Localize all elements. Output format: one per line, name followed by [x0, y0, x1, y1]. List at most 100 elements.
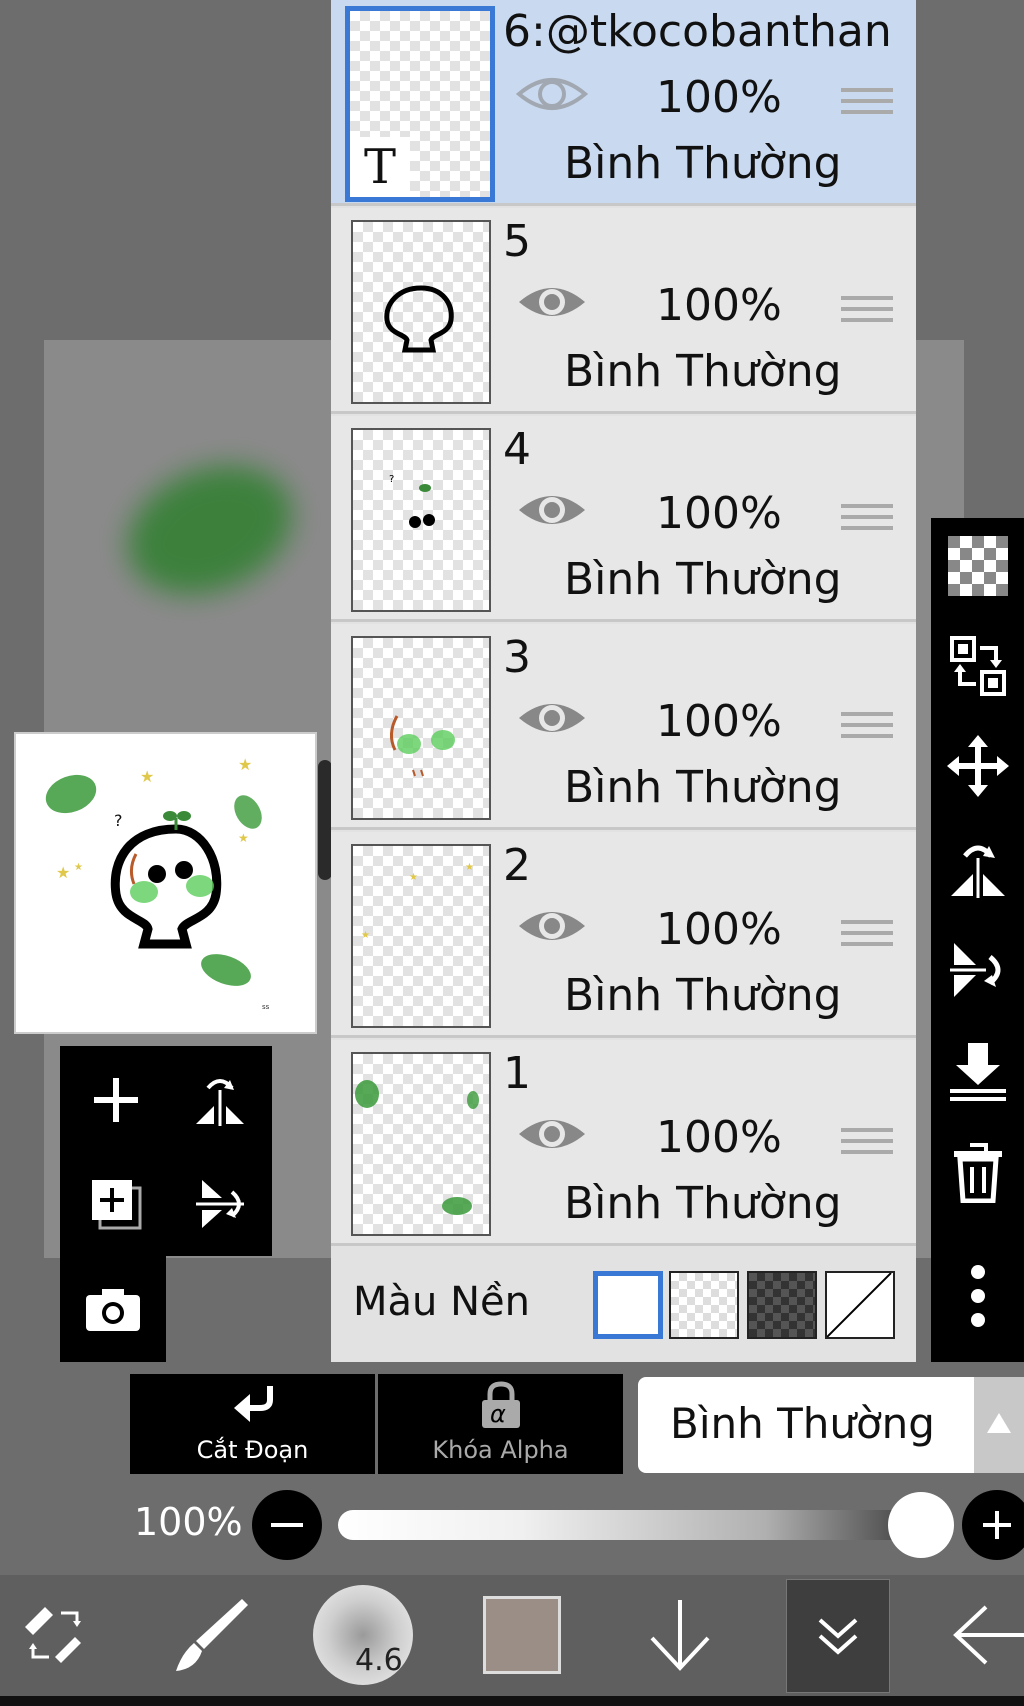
blend-mode-select[interactable]: Bình Thường — [638, 1377, 974, 1473]
brush-size-icon: 4.6 — [313, 1585, 413, 1685]
layer-row-1[interactable]: 1 100% Bình Thường — [331, 1040, 916, 1246]
drag-handle-icon[interactable] — [841, 920, 893, 952]
opacity-slider-thumb[interactable] — [888, 1492, 954, 1558]
brush-tool-button[interactable] — [160, 1575, 260, 1695]
drag-handle-icon[interactable] — [841, 296, 893, 328]
add-layer-icon — [94, 1078, 138, 1122]
more-options-button[interactable] — [931, 1248, 1024, 1344]
alpha-lock-button[interactable]: α Khóa Alpha — [378, 1374, 623, 1474]
svg-text:★: ★ — [140, 767, 154, 786]
eye-icon[interactable] — [516, 1112, 588, 1156]
layers-panel: T 6:@tkocobanthan 100% Bình Thường 5 100… — [331, 0, 916, 1362]
text-layer-icon: T — [350, 137, 410, 197]
layer-row-6[interactable]: T 6:@tkocobanthan 100% Bình Thường — [331, 0, 916, 206]
layer-thumbnail: T — [345, 6, 495, 202]
svg-text:★: ★ — [74, 862, 83, 873]
layer-name: 4 — [503, 424, 531, 475]
svg-text:?: ? — [389, 474, 394, 485]
arrow-down-button[interactable] — [640, 1575, 720, 1695]
back-button[interactable] — [950, 1575, 1024, 1695]
layer-thumbnail: ? — [351, 428, 491, 612]
svg-text:★: ★ — [361, 930, 370, 941]
bottom-toolbar: 4.6 — [0, 1575, 1024, 1706]
flip-horizontal-icon — [950, 845, 1005, 898]
flip-horizontal-button[interactable] — [931, 820, 1024, 916]
background-color-label: Màu Nền — [353, 1279, 530, 1325]
layer-opacity: 100% — [656, 904, 782, 955]
layer-name: 6:@tkocobanthan — [503, 6, 892, 57]
layer-5-artwork — [384, 285, 454, 353]
minus-icon — [271, 1523, 303, 1527]
layer-row-2[interactable]: ★ ★ ★ 2 100% Bình Thường — [331, 832, 916, 1038]
layer-row-5[interactable]: 5 100% Bình Thường — [331, 208, 916, 414]
brush-icon — [176, 1599, 248, 1671]
brush-size-button[interactable]: 4.6 — [310, 1575, 416, 1695]
eye-icon[interactable] — [516, 280, 588, 324]
flip-layer-horizontal-button[interactable] — [170, 1050, 270, 1150]
brush-size-value: 4.6 — [355, 1643, 403, 1678]
plus-icon — [983, 1511, 1011, 1539]
layer-opacity: 100% — [656, 1112, 782, 1163]
eye-icon[interactable] — [516, 696, 588, 740]
eye-icon[interactable] — [516, 488, 588, 532]
drag-handle-icon[interactable] — [841, 1128, 893, 1160]
layer-row-4[interactable]: ? 4 100% Bình Thường — [331, 416, 916, 622]
svg-text:★: ★ — [409, 872, 418, 883]
move-icon — [946, 735, 1009, 797]
layer-blend-mode: Bình Thường — [564, 970, 842, 1021]
layer-thumbnail: ★ ★ ★ — [351, 844, 491, 1028]
layer-opacity: 100% — [656, 488, 782, 539]
opacity-increase-button[interactable] — [962, 1490, 1024, 1560]
add-layer-button[interactable] — [66, 1050, 166, 1150]
clipping-arrow-icon — [234, 1386, 273, 1422]
back-icon — [953, 1605, 1024, 1665]
transparency-button[interactable] — [931, 518, 1024, 614]
bg-option-dark-checker[interactable] — [747, 1271, 817, 1339]
flip-vertical-icon — [949, 943, 1000, 997]
bottom-edge — [0, 1696, 1024, 1706]
blend-mode-value: Bình Thường — [670, 1399, 935, 1448]
merge-down-icon — [949, 1043, 1006, 1101]
delete-layer-button[interactable] — [931, 1124, 1024, 1220]
import-photo-button[interactable] — [63, 1259, 163, 1359]
duplicate-layer-button[interactable] — [66, 1154, 166, 1254]
swap-tools-button[interactable] — [10, 1575, 100, 1695]
layer-name: 2 — [503, 840, 531, 891]
layer-3-artwork — [390, 715, 455, 777]
flip-horizontal-icon — [196, 1079, 244, 1126]
color-swatch-button[interactable] — [480, 1575, 564, 1695]
eye-icon[interactable] — [516, 904, 588, 948]
blend-mode-dropdown-button[interactable] — [974, 1377, 1024, 1473]
svg-text:?: ? — [114, 811, 123, 830]
flip-vertical-button[interactable] — [931, 922, 1024, 1018]
layer-row-3[interactable]: 3 100% Bình Thường — [331, 624, 916, 830]
alpha-symbol: α — [490, 1400, 506, 1428]
left-tool-panel — [60, 1046, 272, 1256]
layer-name: 5 — [503, 216, 531, 267]
layer-thumbnail — [351, 1052, 491, 1236]
swap-layer-button[interactable] — [931, 618, 1024, 714]
bg-option-none[interactable] — [825, 1271, 895, 1339]
layer-blend-mode: Bình Thường — [564, 762, 842, 813]
drag-handle-icon[interactable] — [841, 88, 893, 120]
alpha-lock-label: Khóa Alpha — [432, 1436, 569, 1464]
move-layer-button[interactable] — [931, 718, 1024, 814]
layer-opacity: 100% — [656, 696, 782, 747]
clipping-button[interactable]: Cắt Đoạn — [130, 1374, 375, 1474]
merge-down-button[interactable] — [931, 1024, 1024, 1120]
copy-layer-icon — [92, 1180, 142, 1230]
trash-icon — [953, 1143, 1002, 1203]
bg-option-white[interactable] — [593, 1271, 663, 1339]
no-background-icon — [826, 1272, 892, 1338]
drag-handle-icon[interactable] — [841, 712, 893, 744]
opacity-slider[interactable] — [338, 1510, 948, 1540]
opacity-decrease-button[interactable] — [252, 1490, 322, 1560]
transparency-icon — [947, 536, 1008, 596]
eye-icon[interactable] — [516, 72, 588, 116]
flip-layer-vertical-button[interactable] — [170, 1154, 270, 1254]
layer-opacity: 100% — [656, 280, 782, 331]
drag-handle-icon[interactable] — [841, 504, 893, 536]
canvas-preview-thumbnail[interactable]: ★ ★ ★ ★ ★ ? ss — [14, 732, 317, 1034]
bg-option-light-checker[interactable] — [669, 1271, 739, 1339]
layers-toggle-button[interactable] — [786, 1579, 890, 1693]
